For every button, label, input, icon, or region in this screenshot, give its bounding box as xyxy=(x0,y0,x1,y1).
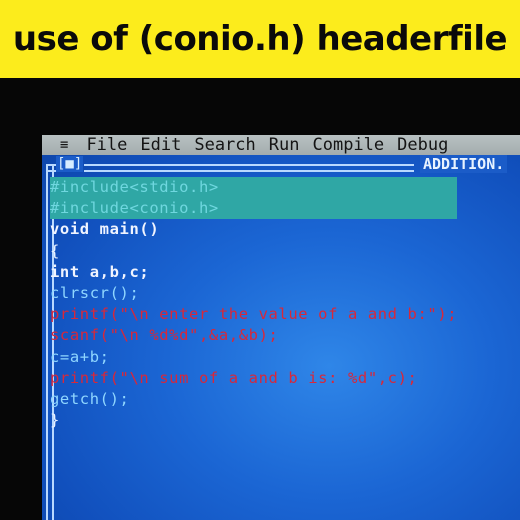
code-line: #include<stdio.h> xyxy=(50,177,458,199)
code-text: #include<conio.h> xyxy=(50,199,219,218)
code-line: clrscr(); xyxy=(50,283,457,304)
banner-title: use of (conio.h) headerfile xyxy=(12,19,508,59)
code-text: c=a+b; xyxy=(50,347,110,366)
editor-window-titlebar: [■] ADDITION. xyxy=(42,155,520,177)
code-text: { xyxy=(50,241,60,260)
code-line: } xyxy=(50,410,457,431)
code-line: printf("\n enter the value of a and b:")… xyxy=(50,304,457,325)
code-line: int a,b,c; xyxy=(50,262,457,283)
turbo-c-ide-screen: ≡ File Edit Search Run Compile Debug [■]… xyxy=(42,135,520,520)
code-line: c=a+b; xyxy=(50,347,457,368)
code-line: scanf("\n %d%d",&a,&b); xyxy=(50,325,457,346)
code-text: getch(); xyxy=(50,389,130,408)
code-line: void main() xyxy=(50,219,457,240)
code-text: clrscr(); xyxy=(50,283,140,302)
code-line: getch(); xyxy=(50,389,457,410)
title-banner: use of (conio.h) headerfile xyxy=(0,0,520,78)
code-text: printf("\n sum of a and b is: %d",c); xyxy=(50,368,418,387)
code-text: int a,b,c; xyxy=(50,262,150,281)
code-line: { xyxy=(50,241,457,262)
code-text: #include<stdio.h> xyxy=(50,178,219,196)
code-text: printf("\n enter the value of a and b:")… xyxy=(50,305,458,324)
menu-item-debug[interactable]: Debug xyxy=(397,135,448,155)
window-title: ADDITION. xyxy=(420,155,508,173)
code-text: } xyxy=(50,411,60,430)
menu-item-search[interactable]: Search xyxy=(194,135,255,155)
code-text: scanf("\n %d%d",&a,&b); xyxy=(50,326,279,345)
system-menu-icon[interactable]: ≡ xyxy=(60,137,68,153)
code-editor[interactable]: #include<stdio.h> #include<conio.h> void… xyxy=(50,177,458,431)
menu-bar: ≡ File Edit Search Run Compile Debug xyxy=(42,135,520,155)
window-close-button[interactable]: [■] xyxy=(56,156,84,172)
menu-item-file[interactable]: File xyxy=(86,135,127,155)
code-line: printf("\n sum of a and b is: %d",c); xyxy=(50,368,457,389)
window-frame-line xyxy=(84,164,414,172)
menu-item-run[interactable]: Run xyxy=(269,135,300,155)
code-line: #include<conio.h> xyxy=(50,198,458,220)
menu-item-compile[interactable]: Compile xyxy=(312,135,384,155)
menu-item-edit[interactable]: Edit xyxy=(140,135,181,155)
code-text: void main() xyxy=(50,220,160,239)
close-box-label: [■] xyxy=(57,156,83,172)
